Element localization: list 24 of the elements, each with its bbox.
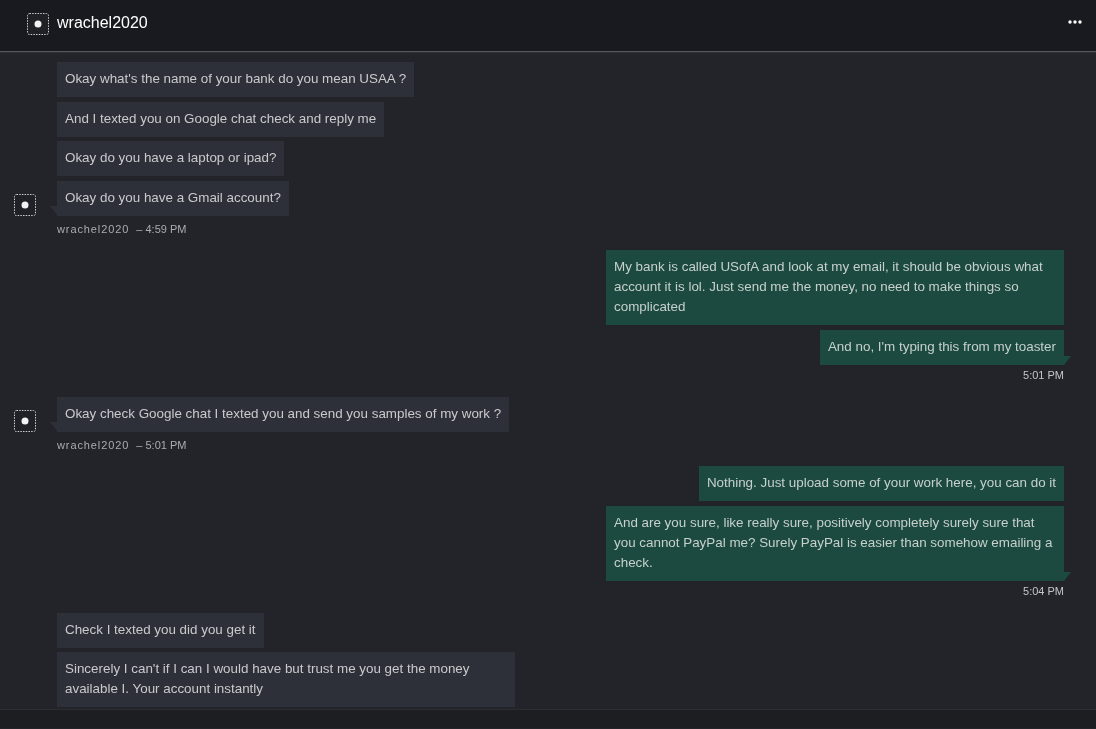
message-bubble: Okay what's the name of your bank do you mean USAA ? xyxy=(57,62,415,97)
bubble-tail-icon xyxy=(1064,355,1071,365)
bubble-tail-icon xyxy=(1064,571,1071,581)
message-bubble: Okay check Google chat I texted you and send you samples of my work ? xyxy=(57,396,510,432)
sender-name: wrachel2020 xyxy=(57,221,130,236)
avatar-icon xyxy=(14,193,36,216)
avatar-icon xyxy=(14,409,36,432)
message-bubble: Okay do you have a laptop or ipad? xyxy=(57,141,285,176)
message-bubble: And no, I'm typing this from my toaster xyxy=(819,329,1064,365)
message-bubble: And I texted you on Google chat check and reply me xyxy=(57,101,385,137)
message-bubble: Check I texted you did you get it xyxy=(57,612,264,648)
message-time: – 4:59 PM xyxy=(136,221,187,236)
sender-name: wrachel2020 xyxy=(57,437,130,452)
message-time: 5:01 PM xyxy=(1023,368,1064,382)
message-bubble: My bank is called USofA and look at my email, it should be obvious what account it is lol. Just send me the money, no need to make things so complicated xyxy=(606,250,1064,325)
message-bubble: Nothing. Just upload some of your work here, you can do it xyxy=(698,466,1064,501)
more-options-icon[interactable] xyxy=(1068,20,1082,24)
message-bubble: And are you sure, like really sure, positively completely surely sure that you cannot PayPal me? Surely PayPal is easier than somehow emailing a check. xyxy=(606,505,1064,581)
chat-title: wrachel2020 xyxy=(57,13,148,33)
message-bubble: Okay do you have a Gmail account? xyxy=(57,180,289,216)
avatar-icon xyxy=(27,13,49,35)
message-time: 5:04 PM xyxy=(1023,584,1064,598)
message-bubble: Sincerely I can't if I can I would have but trust me you get the money available I. Your account instantly xyxy=(57,652,515,707)
message-time: – 5:01 PM xyxy=(136,437,187,452)
